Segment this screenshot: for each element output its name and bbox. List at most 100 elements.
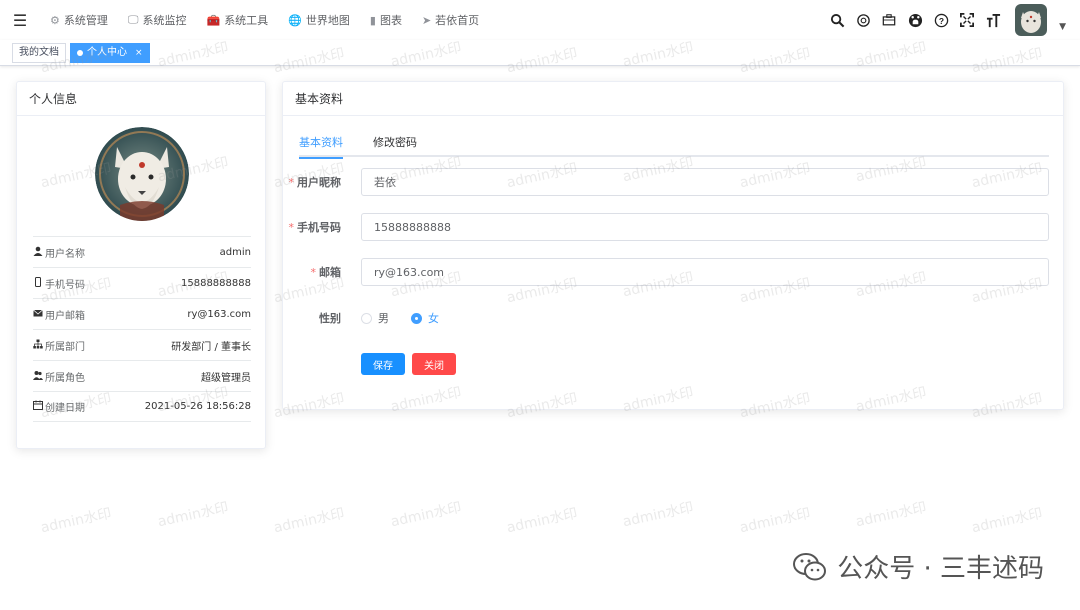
sex-radio-group: 男 女 bbox=[361, 310, 461, 326]
info-row-email: 用户邮箱 ry@163.com bbox=[33, 298, 251, 329]
bar-chart-icon: ▮ bbox=[369, 13, 376, 27]
info-key-label: 创建日期 bbox=[45, 403, 85, 414]
close-button[interactable]: 关闭 bbox=[412, 353, 456, 375]
info-row-phone: 手机号码 15888888888 bbox=[33, 267, 251, 298]
menu-item-system-monitor[interactable]: 🖵 系统监控 bbox=[118, 0, 197, 40]
menu-item-label: 若依首页 bbox=[435, 14, 480, 27]
menu-item-ruoyi-home[interactable]: ➤ 若依首页 bbox=[412, 0, 489, 40]
briefcase-icon[interactable] bbox=[881, 12, 897, 28]
top-menu: ⚙ 系统管理 🖵 系统监控 🧰 系统工具 🌐 世界地图 ▮ 图表 ➤ 若依首页 bbox=[40, 0, 489, 40]
info-key: 所属角色 bbox=[33, 369, 85, 384]
watermark-text: admin水印 bbox=[156, 499, 230, 531]
openai-icon[interactable] bbox=[855, 12, 871, 28]
form-row-sex: 性别 男 女 bbox=[283, 304, 1065, 332]
watermark-text: admin水印 bbox=[389, 499, 463, 531]
globe-icon: 🌐 bbox=[288, 13, 302, 27]
close-icon[interactable]: × bbox=[135, 44, 143, 62]
tree-icon bbox=[33, 339, 43, 352]
fullscreen-icon[interactable] bbox=[959, 12, 975, 28]
info-key: 创建日期 bbox=[33, 399, 85, 414]
send-icon: ➤ bbox=[421, 13, 432, 27]
watermark-text: admin水印 bbox=[505, 505, 579, 537]
chevron-down-icon[interactable]: ▼ bbox=[1059, 22, 1066, 32]
form-label: * 邮箱 bbox=[283, 264, 351, 280]
menu-item-label: 系统工具 bbox=[224, 14, 269, 27]
card-title: 个人信息 bbox=[29, 92, 78, 106]
required-mark: * bbox=[310, 266, 317, 279]
phone-input[interactable]: 15888888888 bbox=[361, 213, 1049, 241]
nickname-input[interactable]: 若依 bbox=[361, 168, 1049, 196]
menu-item-label: 图表 bbox=[379, 14, 402, 27]
watermark-text: admin水印 bbox=[854, 499, 928, 531]
info-row-username: 用户名称 admin bbox=[33, 236, 251, 267]
tag-label: 个人中心 bbox=[87, 46, 127, 58]
form-row-email: * 邮箱 ry@163.com bbox=[283, 258, 1065, 286]
watermark-text: admin水印 bbox=[970, 505, 1044, 537]
menu-item-system-manage[interactable]: ⚙ 系统管理 bbox=[40, 0, 118, 40]
brand-text: 公众号 · 三丰述码 bbox=[837, 554, 1044, 584]
info-key: 手机号码 bbox=[33, 276, 85, 291]
avatar[interactable] bbox=[1015, 4, 1048, 36]
svg-text:?: ? bbox=[939, 15, 944, 25]
watermark-text: admin水印 bbox=[621, 499, 695, 531]
info-list: 用户名称 admin 手机号码 15888888888 用户邮箱 ry@163.… bbox=[33, 236, 251, 422]
tag-profile[interactable]: 个人中心 × bbox=[70, 42, 150, 63]
info-value: admin bbox=[219, 246, 251, 258]
email-input[interactable]: ry@163.com bbox=[361, 258, 1049, 286]
info-value: 15888888888 bbox=[181, 277, 251, 289]
font-size-icon[interactable] bbox=[985, 12, 1001, 28]
right-menu: ? ▼ bbox=[829, 0, 1066, 40]
profile-avatar[interactable] bbox=[95, 127, 189, 221]
info-key-label: 所属角色 bbox=[45, 372, 85, 384]
info-value: 超级管理员 bbox=[201, 372, 251, 384]
hamburger-icon[interactable]: ☰ bbox=[0, 0, 40, 40]
watermark-text: admin水印 bbox=[272, 505, 346, 537]
phone-icon bbox=[33, 276, 43, 290]
info-value: 研发部门 / 董事长 bbox=[171, 341, 251, 353]
info-key-label: 手机号码 bbox=[45, 279, 85, 291]
navbar: ☰ ⚙ 系统管理 🖵 系统监控 🧰 系统工具 🌐 世界地图 ▮ 图表 ➤ 若依首… bbox=[0, 0, 1080, 40]
gear-icon: ⚙ bbox=[50, 13, 60, 27]
date-icon bbox=[33, 400, 43, 413]
menu-item-system-tools[interactable]: 🧰 系统工具 bbox=[196, 0, 278, 40]
info-row-department: 所属部门 研发部门 / 董事长 bbox=[33, 329, 251, 360]
tag-my-docs[interactable]: 我的文档 bbox=[12, 42, 66, 63]
basic-info-card: 基本资料 基本资料 修改密码 * 用户昵称 若依 * 手机号码 1588888888… bbox=[282, 81, 1064, 410]
info-value: 2021-05-26 18:56:28 bbox=[144, 401, 251, 412]
required-mark: * bbox=[288, 176, 295, 189]
toolbox-icon: 🧰 bbox=[206, 13, 221, 27]
radio-female[interactable]: 女 bbox=[411, 310, 439, 326]
phone-label: 手机号码 bbox=[297, 221, 341, 234]
radio-male[interactable]: 男 bbox=[361, 310, 389, 326]
wechat-icon bbox=[793, 552, 827, 582]
github-icon[interactable] bbox=[907, 12, 923, 28]
info-value: ry@163.com bbox=[187, 308, 251, 320]
tag-label: 我的文档 bbox=[19, 46, 59, 58]
question-icon[interactable]: ? bbox=[933, 12, 949, 28]
tabs: 基本资料 修改密码 bbox=[299, 133, 1049, 159]
form-label: * 手机号码 bbox=[283, 219, 351, 235]
search-icon[interactable] bbox=[829, 12, 845, 28]
email-label: 邮箱 bbox=[319, 266, 341, 279]
menu-item-world-map[interactable]: 🌐 世界地图 bbox=[278, 0, 360, 40]
info-key: 所属部门 bbox=[33, 338, 85, 353]
card-header: 个人信息 bbox=[17, 82, 265, 116]
tab-basic-info[interactable]: 基本资料 bbox=[299, 133, 343, 159]
save-button[interactable]: 保存 bbox=[361, 353, 405, 375]
tags-view: 我的文档 个人中心 × bbox=[0, 40, 1080, 66]
sex-label: 性别 bbox=[319, 312, 341, 325]
info-key-label: 用户名称 bbox=[45, 248, 85, 260]
tab-change-password[interactable]: 修改密码 bbox=[373, 133, 417, 157]
info-key: 用户邮箱 bbox=[33, 307, 85, 322]
menu-item-label: 世界地图 bbox=[305, 14, 350, 27]
active-dot-icon bbox=[77, 49, 83, 56]
info-key-label: 用户邮箱 bbox=[45, 310, 85, 322]
info-key: 用户名称 bbox=[33, 245, 85, 260]
nickname-label: 用户昵称 bbox=[297, 176, 341, 189]
mail-icon bbox=[33, 308, 43, 321]
menu-item-label: 系统管理 bbox=[63, 14, 108, 27]
monitor-icon: 🖵 bbox=[127, 13, 139, 26]
watermark-text: admin水印 bbox=[39, 505, 113, 537]
menu-item-label: 系统监控 bbox=[142, 14, 187, 27]
menu-item-charts[interactable]: ▮ 图表 bbox=[360, 0, 412, 40]
